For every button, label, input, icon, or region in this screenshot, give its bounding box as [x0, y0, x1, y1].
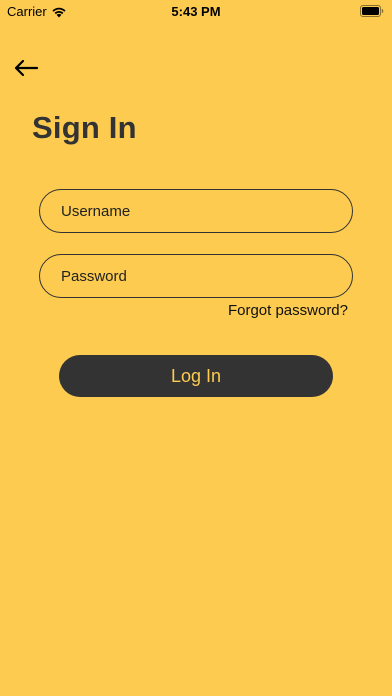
- page-title: Sign In: [32, 110, 137, 145]
- forgot-password-link[interactable]: Forgot password?: [228, 302, 348, 319]
- back-button[interactable]: [12, 56, 40, 80]
- sign-in-screen: Carrier 5:43 PM Sign In Forgot password?…: [0, 0, 392, 696]
- status-time: 5:43 PM: [171, 4, 221, 19]
- status-bar: Carrier 5:43 PM: [0, 0, 392, 22]
- login-button[interactable]: Log In: [59, 355, 333, 397]
- username-field[interactable]: [39, 189, 353, 233]
- arrow-left-icon: [14, 59, 39, 77]
- battery-icon: [360, 5, 384, 17]
- password-field[interactable]: [39, 254, 353, 298]
